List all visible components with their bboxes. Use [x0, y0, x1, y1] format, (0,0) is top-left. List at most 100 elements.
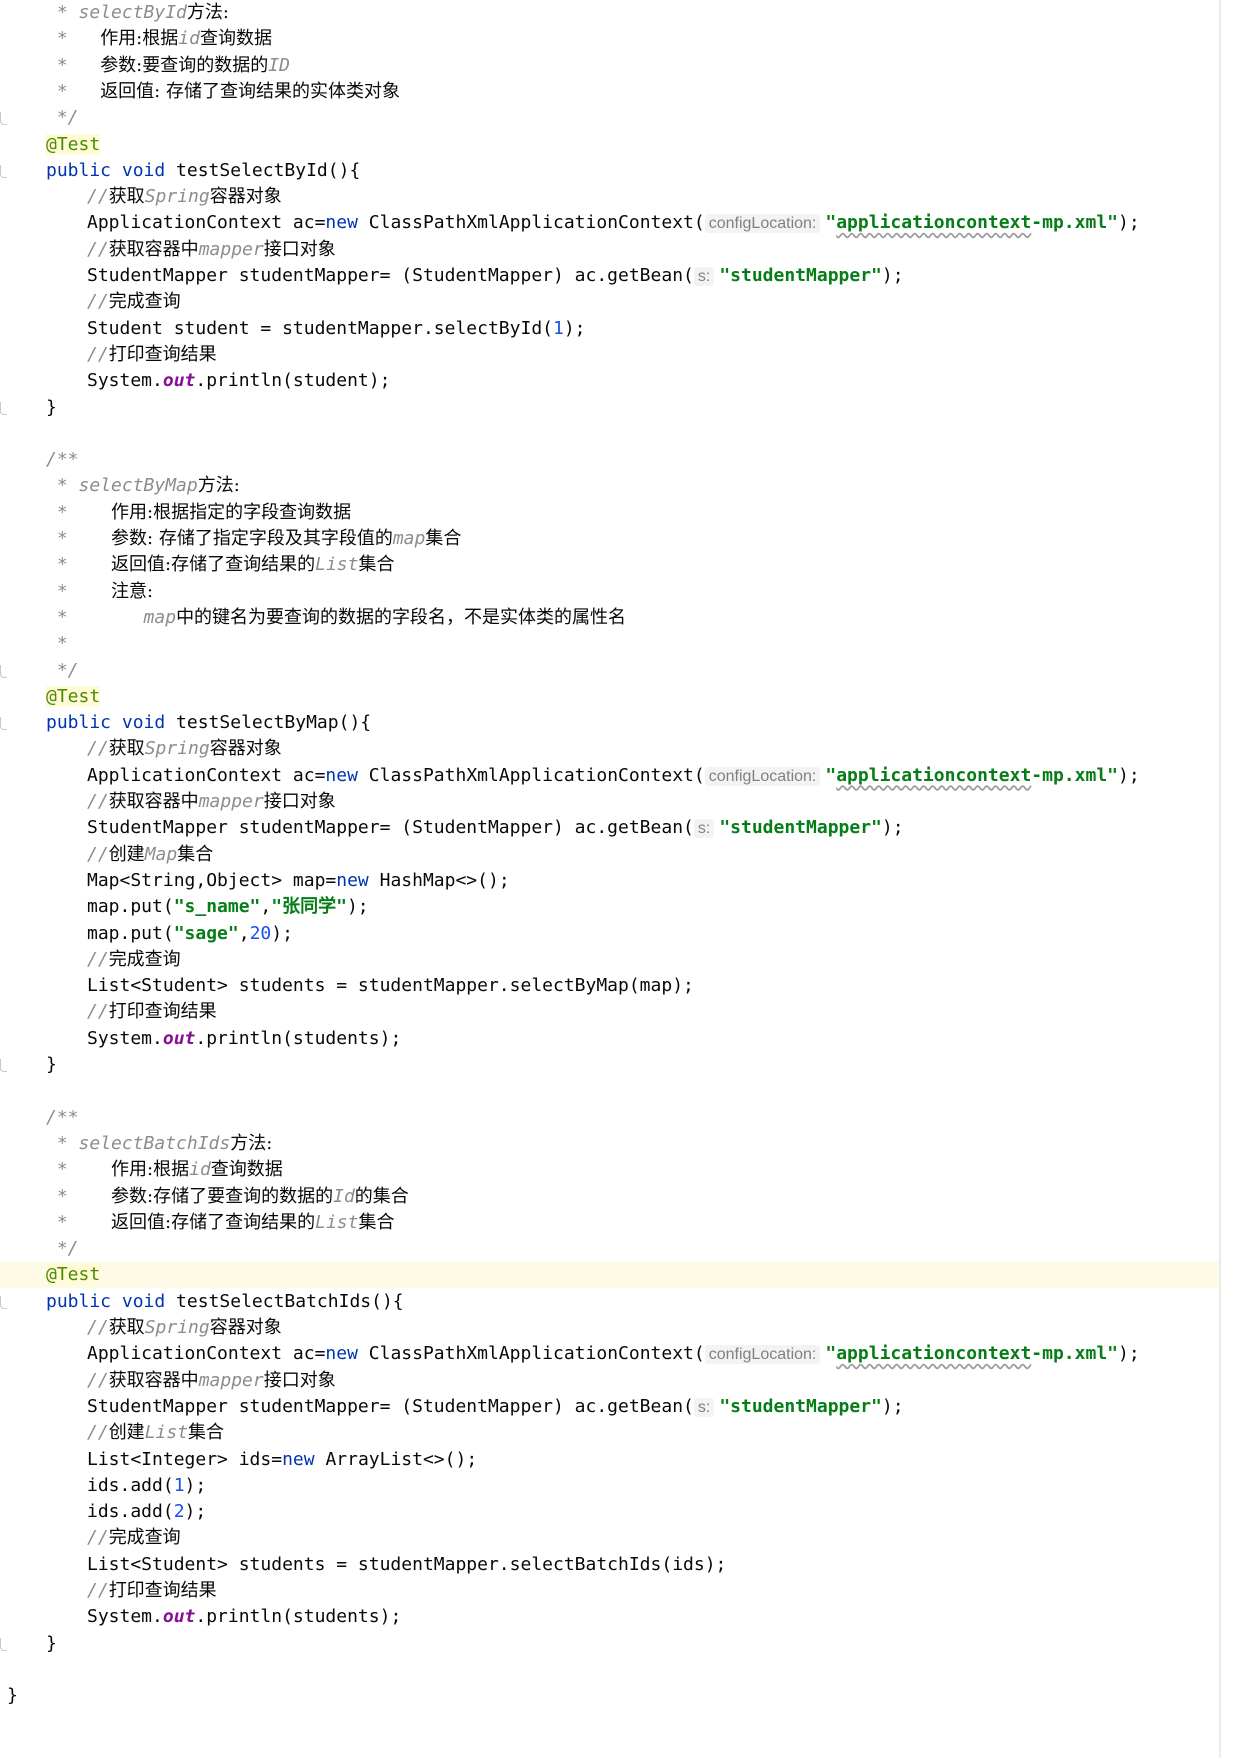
code-line[interactable]: * selectByMap方法:: [0, 473, 1219, 499]
code-token: selectById: [78, 2, 187, 23]
code-line[interactable]: */: [0, 658, 1219, 684]
code-line[interactable]: * map中的键名为要查询的数据的字段名，不是实体类的属性名: [0, 605, 1219, 631]
code-line[interactable]: //获取容器中mapper接口对象: [0, 237, 1219, 263]
code-line[interactable]: List<Student> students = studentMapper.s…: [0, 973, 1219, 999]
code-line[interactable]: //获取容器中mapper接口对象: [0, 1368, 1219, 1394]
code-line[interactable]: * 参数: 存储了指定字段及其字段值的map集合: [0, 526, 1219, 552]
fold-marker-icon[interactable]: [0, 1295, 7, 1309]
code-line[interactable]: List<Student> students = studentMapper.s…: [0, 1552, 1219, 1578]
code-line[interactable]: List<Integer> ids=new ArrayList<>();: [0, 1447, 1219, 1473]
code-line[interactable]: //创建List集合: [0, 1420, 1219, 1446]
code-line[interactable]: //打印查询结果: [0, 999, 1219, 1025]
code-token: new: [325, 212, 369, 234]
code-line[interactable]: //创建Map集合: [0, 842, 1219, 868]
code-token: //: [87, 1422, 109, 1444]
code-text: //创建Map集合: [87, 842, 213, 868]
code-line[interactable]: * selectBatchIds方法:: [0, 1131, 1219, 1157]
code-token: 中的键名为要查询的数据的字段名，不是实体类的属性名: [176, 606, 627, 628]
code-token: System.: [87, 1606, 163, 1628]
code-line[interactable]: * 返回值: 存储了查询结果的实体类对象: [0, 79, 1219, 105]
code-line[interactable]: //完成查询: [0, 1525, 1219, 1551]
code-line[interactable]: * 注意:: [0, 579, 1219, 605]
fold-marker-icon[interactable]: [0, 1059, 7, 1072]
code-token: ClassPathXmlApplicationContext(: [368, 764, 705, 786]
code-line[interactable]: [0, 1078, 1219, 1104]
code-line[interactable]: * 作用:根据id查询数据: [0, 1157, 1219, 1183]
code-line[interactable]: StudentMapper studentMapper= (StudentMap…: [0, 1394, 1219, 1420]
code-line[interactable]: public void testSelectByMap(){: [0, 710, 1219, 736]
code-token: 作用:根据: [111, 1159, 190, 1181]
code-token: public: [46, 159, 122, 181]
fold-marker-icon[interactable]: [0, 164, 7, 178]
fold-marker-icon[interactable]: [0, 717, 7, 731]
code-token: Spring: [144, 186, 210, 208]
code-text: //打印查询结果: [87, 342, 217, 368]
code-line[interactable]: ApplicationContext ac=new ClassPathXmlAp…: [0, 1341, 1219, 1367]
code-line[interactable]: }: [0, 395, 1219, 421]
code-line[interactable]: StudentMapper studentMapper= (StudentMap…: [0, 263, 1219, 289]
code-line[interactable]: Student student = studentMapper.selectBy…: [0, 316, 1219, 342]
code-token: "sage": [173, 922, 239, 944]
code-line[interactable]: //获取Spring容器对象: [0, 736, 1219, 762]
code-line[interactable]: * 参数:要查询的数据的ID: [0, 53, 1219, 79]
code-line[interactable]: /**: [0, 447, 1219, 473]
fold-marker-icon[interactable]: [0, 1637, 7, 1651]
code-line[interactable]: * 作用:根据id查询数据: [0, 26, 1219, 52]
code-line[interactable]: Map<String,Object> map=new HashMap<>();: [0, 868, 1219, 894]
code-line[interactable]: * 返回值:存储了查询结果的List集合: [0, 552, 1219, 578]
code-line[interactable]: @Test: [0, 132, 1219, 158]
code-token: *: [46, 475, 79, 497]
code-line[interactable]: ApplicationContext ac=new ClassPathXmlAp…: [0, 763, 1219, 789]
code-line[interactable]: //获取Spring容器对象: [0, 1315, 1219, 1341]
code-text: * 返回值:存储了查询结果的List集合: [46, 552, 395, 578]
code-token: 打印查询结果: [108, 1001, 217, 1023]
code-text: //获取容器中mapper接口对象: [87, 789, 336, 815]
code-line[interactable]: [0, 421, 1219, 447]
code-line[interactable]: ApplicationContext ac=new ClassPathXmlAp…: [0, 210, 1219, 236]
code-line[interactable]: System.out.println(students);: [0, 1604, 1219, 1630]
code-line[interactable]: @Test: [0, 1262, 1219, 1289]
fold-marker-icon[interactable]: [0, 401, 7, 415]
code-line[interactable]: /**: [0, 1105, 1219, 1131]
code-line[interactable]: //获取容器中mapper接口对象: [0, 789, 1219, 815]
code-line[interactable]: }: [0, 1631, 1219, 1657]
code-line[interactable]: */: [0, 1236, 1219, 1262]
code-text: @Test: [46, 132, 101, 158]
code-line[interactable]: }: [0, 1052, 1219, 1078]
code-text: * 参数: 存储了指定字段及其字段值的map集合: [46, 526, 462, 552]
code-line[interactable]: *: [0, 631, 1219, 657]
code-line[interactable]: ids.add(2);: [0, 1499, 1219, 1525]
code-token: .println(student);: [195, 370, 391, 392]
code-token: *: [46, 54, 101, 76]
code-line[interactable]: @Test: [0, 684, 1219, 710]
code-line[interactable]: * 作用:根据指定的字段查询数据: [0, 500, 1219, 526]
code-line[interactable]: ids.add(1);: [0, 1473, 1219, 1499]
code-token: 完成查询: [108, 948, 181, 970]
code-token: map: [143, 606, 177, 628]
code-line[interactable]: [0, 1657, 1219, 1683]
code-line[interactable]: System.out.println(student);: [0, 368, 1219, 394]
code-line[interactable]: * 返回值:存储了查询结果的List集合: [0, 1210, 1219, 1236]
code-line[interactable]: //完成查询: [0, 947, 1219, 973]
code-token: new: [282, 1448, 326, 1470]
fold-marker-icon[interactable]: [0, 112, 7, 126]
code-line[interactable]: }: [0, 1683, 1219, 1709]
code-line[interactable]: //完成查询: [0, 289, 1219, 315]
code-editor[interactable]: * selectById方法: * 作用:根据id查询数据 * 参数:要查询的数…: [0, 0, 1220, 1758]
code-line[interactable]: public void testSelectById(){: [0, 158, 1219, 184]
fold-marker-icon[interactable]: [0, 664, 7, 678]
code-line[interactable]: //打印查询结果: [0, 1578, 1219, 1604]
code-token: selectBatchIds: [78, 1132, 231, 1154]
code-line[interactable]: //打印查询结果: [0, 342, 1219, 368]
code-line[interactable]: StudentMapper studentMapper= (StudentMap…: [0, 815, 1219, 841]
code-line[interactable]: map.put("s_name","张同学");: [0, 894, 1219, 920]
code-line[interactable]: * 参数:存储了要查询的数据的Id的集合: [0, 1184, 1219, 1210]
code-line[interactable]: */: [0, 105, 1219, 131]
code-token: }: [46, 1054, 57, 1075]
code-line[interactable]: * selectById方法:: [0, 0, 1219, 26]
code-line[interactable]: //获取Spring容器对象: [0, 184, 1219, 210]
code-line[interactable]: public void testSelectBatchIds(){: [0, 1289, 1219, 1315]
code-line[interactable]: System.out.println(students);: [0, 1026, 1219, 1052]
code-line[interactable]: map.put("sage",20);: [0, 921, 1219, 947]
code-text: //创建List集合: [87, 1420, 224, 1446]
